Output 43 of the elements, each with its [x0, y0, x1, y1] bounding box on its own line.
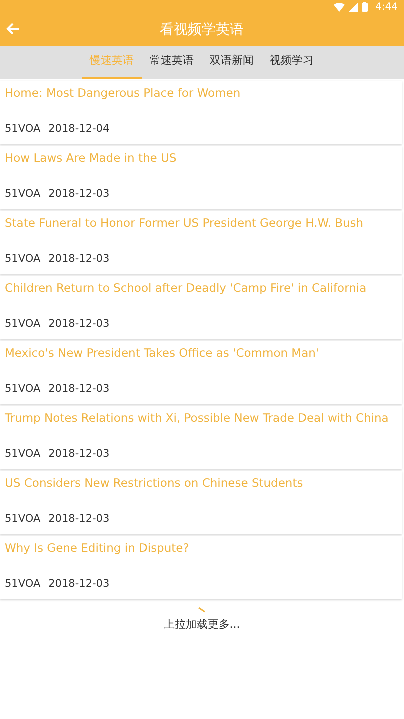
- article-card[interactable]: Why Is Gene Editing in Dispute? 51VOA 2018-12-03: [0, 536, 402, 599]
- article-date: 2018-12-03: [48, 512, 110, 528]
- article-title: Trump Notes Relations with Xi, Possible New Trade Deal with China: [5, 412, 390, 426]
- wifi-icon: [334, 2, 345, 12]
- signal-icon: [348, 2, 358, 12]
- article-source: 51VOA: [5, 187, 41, 202]
- battery-icon: [362, 2, 368, 12]
- article-title: Mexico's New President Takes Office as 'Common Man': [5, 347, 320, 361]
- article-source: 51VOA: [5, 382, 41, 398]
- article-date: 2018-12-03: [48, 317, 110, 332]
- article-card[interactable]: How Laws Are Made in the US 51VOA 2018-12-03: [0, 146, 402, 209]
- article-title: Home: Most Dangerous Place for Women: [5, 87, 242, 101]
- article-date: 2018-12-03: [48, 187, 110, 202]
- load-more-text: 上拉加载更多...: [164, 617, 240, 633]
- article-date: 2018-12-03: [48, 382, 110, 398]
- article-card[interactable]: US Considers New Restrictions on Chinese Students 51VOA 2018-12-03: [0, 471, 402, 534]
- article-title: Children Return to School after Deadly 'Camp Fire' in California: [5, 282, 368, 296]
- article-title: State Funeral to Honor Former US President George H.W. Bush: [5, 217, 365, 231]
- spinner-icon: [198, 607, 206, 613]
- article-card[interactable]: Mexico's New President Takes Office as 'Common Man' 51VOA 2018-12-03: [0, 341, 402, 404]
- tab[interactable]: 视频学习: [262, 46, 322, 79]
- article-card[interactable]: Home: Most Dangerous Place for Women 51VOA 2018-12-04: [0, 81, 402, 144]
- article-card[interactable]: State Funeral to Honor Former US President George H.W. Bush 51VOA 2018-12-03: [0, 211, 402, 274]
- article-source: 51VOA: [5, 447, 41, 462]
- article-source: 51VOA: [5, 577, 41, 592]
- article-source: 51VOA: [5, 317, 41, 332]
- article-date: 2018-12-03: [48, 447, 110, 462]
- article-source: 51VOA: [5, 252, 41, 268]
- article-date: 2018-12-03: [48, 577, 110, 592]
- article-date: 2018-12-03: [48, 252, 110, 268]
- article-source: 51VOA: [5, 512, 41, 528]
- article-source: 51VOA: [5, 122, 41, 138]
- article-title: How Laws Are Made in the US: [5, 152, 178, 166]
- status-time: 4:44: [376, 0, 398, 14]
- tab[interactable]: 双语新闻: [202, 46, 262, 79]
- article-card[interactable]: Children Return to School after Deadly 'Camp Fire' in California 51VOA 2018-12-03: [0, 276, 402, 339]
- app-title: 看视频学英语: [160, 20, 244, 40]
- article-title: US Considers New Restrictions on Chinese Students: [5, 477, 304, 491]
- tab[interactable]: 常速英语: [142, 46, 202, 79]
- article-date: 2018-12-04: [48, 122, 110, 138]
- article-card[interactable]: Trump Notes Relations with Xi, Possible New Trade Deal with China 51VOA 2018-12-03: [0, 406, 402, 469]
- article-title: Why Is Gene Editing in Dispute?: [5, 542, 190, 556]
- back-icon[interactable]: [6, 22, 20, 36]
